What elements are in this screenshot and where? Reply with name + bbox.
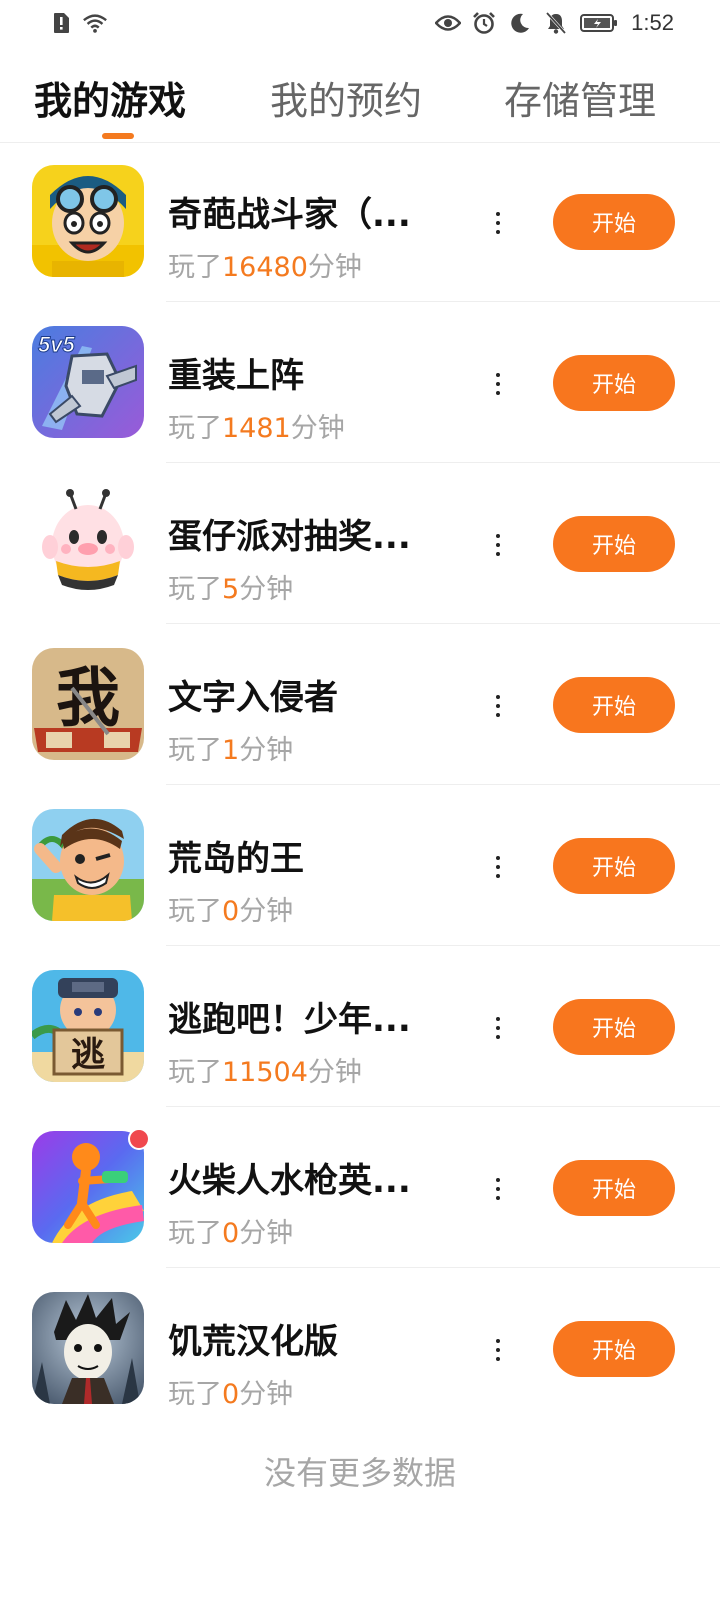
alarm-icon <box>471 10 497 36</box>
play-minutes: 1 <box>222 735 240 766</box>
start-button[interactable]: 开始 <box>553 1321 675 1377</box>
start-button[interactable]: 开始 <box>553 999 675 1055</box>
game-title: 文字入侵者 <box>168 678 338 718</box>
eggy-bee-icon[interactable] <box>32 487 144 599</box>
game-playtime: 玩了16480分钟 <box>168 252 362 283</box>
mech-badge-text: 5v5 <box>38 332 75 357</box>
game-playtime: 玩了1分钟 <box>168 735 294 766</box>
game-list-item[interactable]: 奇葩战斗家（... 玩了16480分钟 开始 <box>0 141 720 302</box>
game-list: 奇葩战斗家（... 玩了16480分钟 开始 5v5 重装上阵 玩了1481分钟… <box>0 141 720 1429</box>
play-minutes: 0 <box>222 1218 240 1249</box>
more-options-button[interactable] <box>486 1330 510 1370</box>
more-options-button[interactable] <box>486 686 510 726</box>
stickman-watergun-icon[interactable] <box>32 1131 144 1243</box>
game-playtime: 玩了1481分钟 <box>168 413 345 444</box>
start-button[interactable]: 开始 <box>553 1160 675 1216</box>
game-playtime: 玩了11504分钟 <box>168 1057 362 1088</box>
more-options-button[interactable] <box>486 525 510 565</box>
start-button[interactable]: 开始 <box>553 516 675 572</box>
start-button[interactable]: 开始 <box>553 677 675 733</box>
dont-starve-wilson-icon[interactable] <box>32 1292 144 1404</box>
moon-icon <box>507 10 533 36</box>
more-options-button[interactable] <box>486 364 510 404</box>
game-list-item[interactable]: 火柴人水枪英... 玩了0分钟 开始 <box>0 1107 720 1268</box>
play-minutes: 16480 <box>222 252 308 283</box>
tab-my-games[interactable]: 我的游戏 <box>34 70 186 125</box>
game-list-item[interactable]: 饥荒汉化版 玩了0分钟 开始 <box>0 1268 720 1429</box>
game-title: 重装上阵 <box>168 356 304 396</box>
escape-boy-sign-icon[interactable]: 逃 <box>32 970 144 1082</box>
game-list-item[interactable]: 蛋仔派对抽奖... 玩了5分钟 开始 <box>0 463 720 624</box>
no-more-data-text: 没有更多数据 <box>263 1454 456 1492</box>
battery-charging-icon <box>579 10 619 36</box>
calligraphy-wo-icon[interactable]: 我 <box>32 648 144 760</box>
play-minutes: 0 <box>222 1379 240 1410</box>
island-boy-icon[interactable] <box>32 809 144 921</box>
game-playtime: 玩了0分钟 <box>168 896 294 927</box>
game-title: 饥荒汉化版 <box>168 1322 338 1362</box>
game-playtime: 玩了0分钟 <box>168 1379 294 1410</box>
game-playtime: 玩了0分钟 <box>168 1218 294 1249</box>
tab-storage-management[interactable]: 存储管理 <box>504 70 656 125</box>
game-list-item[interactable]: 逃 逃跑吧！少年... 玩了11504分钟 开始 <box>0 946 720 1107</box>
alert-sim-icon <box>48 10 74 36</box>
tab-active-indicator <box>102 133 134 139</box>
more-options-button[interactable] <box>486 847 510 887</box>
eye-comfort-icon <box>435 10 462 36</box>
game-list-item[interactable]: 5v5 重装上阵 玩了1481分钟 开始 <box>0 302 720 463</box>
start-button[interactable]: 开始 <box>553 355 675 411</box>
more-options-button[interactable] <box>486 1169 510 1209</box>
game-list-item[interactable]: 我 文字入侵者 玩了1分钟 开始 <box>0 624 720 785</box>
game-title: 蛋仔派对抽奖... <box>168 517 411 557</box>
status-bar: 1:52 <box>0 0 720 48</box>
game-list-item[interactable]: 荒岛的王 玩了0分钟 开始 <box>0 785 720 946</box>
game-title: 奇葩战斗家（... <box>168 195 411 235</box>
start-button[interactable]: 开始 <box>553 838 675 894</box>
game-title: 逃跑吧！少年... <box>168 1000 411 1040</box>
tab-my-reservations[interactable]: 我的预约 <box>270 70 422 125</box>
wifi-icon <box>82 10 108 36</box>
escape-glyph: 逃 <box>71 1035 105 1075</box>
clock-time: 1:52 <box>631 10 674 35</box>
play-minutes: 5 <box>222 574 240 605</box>
more-options-button[interactable] <box>486 1008 510 1048</box>
game-title: 荒岛的王 <box>168 839 304 879</box>
robot-mech-5v5-icon[interactable]: 5v5 <box>32 326 144 438</box>
game-playtime: 玩了5分钟 <box>168 574 294 605</box>
notification-dot <box>128 1128 150 1150</box>
play-minutes: 11504 <box>222 1057 308 1088</box>
game-title: 火柴人水枪英... <box>168 1161 411 1201</box>
play-minutes: 0 <box>222 896 240 927</box>
cartoon-boy-goggles-icon[interactable] <box>32 165 144 277</box>
tab-bar: 我的游戏 我的预约 存储管理 <box>0 60 720 143</box>
start-button[interactable]: 开始 <box>553 194 675 250</box>
mute-bell-icon <box>543 10 569 36</box>
wo-glyph: 我 <box>56 661 120 736</box>
more-options-button[interactable] <box>486 203 510 243</box>
play-minutes: 1481 <box>222 413 291 444</box>
